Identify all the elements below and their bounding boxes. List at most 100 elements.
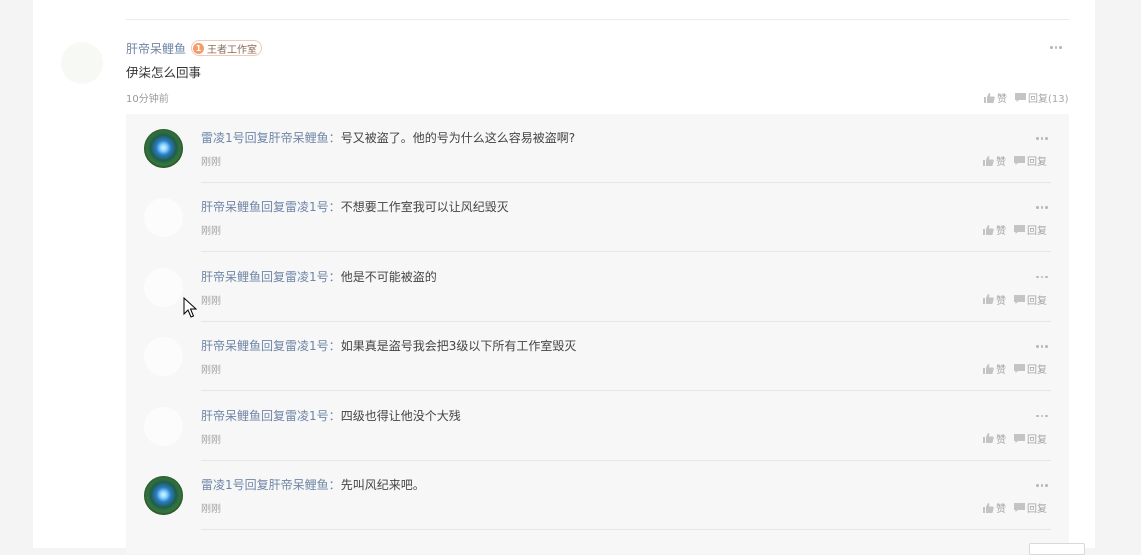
comment-icon [1014,156,1025,165]
comment-author[interactable]: 肝帝呆鲤鱼 [126,40,186,57]
more-options-icon[interactable] [1036,275,1048,279]
reply-actions: 赞 回复 [983,222,1047,237]
thumbs-up-icon [983,294,994,305]
reply-target[interactable]: 雷凌1号 [285,200,329,214]
colon: ： [328,131,341,145]
like-label: 赞 [996,226,1006,238]
reply-time: 刚刚 [201,226,221,238]
reply-text: 先叫风纪来吧。 [340,478,425,492]
reply-button[interactable]: 回复 [1014,292,1047,307]
reply-item: 雷凌1号回复肝帝呆鲤鱼：先叫风纪来吧。 刚刚赞回复 [126,461,1069,530]
reply-target[interactable]: 雷凌1号 [285,409,329,423]
reply-actions: 赞 回复 [983,500,1047,515]
avatar[interactable] [144,198,183,238]
reply-word: 回复 [261,339,286,354]
reply-author[interactable]: 雷凌1号 [201,478,245,492]
reply-button[interactable]: 回复 [1014,153,1047,168]
colon: ： [328,408,341,423]
reply-author[interactable]: 肝帝呆鲤鱼 [201,270,261,284]
colon: ： [328,339,341,354]
thumbs-up-icon [983,433,994,444]
reply-actions: 赞 回复 [983,431,1047,446]
reply-button[interactable]: 回复 [1014,222,1047,237]
reply-item: 肝帝呆鲤鱼回复雷凌1号：如果真是盗号我会把3级以下所有工作室毁灭 刚刚赞回复 [126,322,1069,392]
reply-list: 雷凌1号回复肝帝呆鲤鱼：号又被盗了。他的号为什么这么容易被盗啊? 刚刚赞回复 肝帝呆… [126,114,1069,554]
like-label: 赞 [996,157,1006,168]
reply-label: 回复 [1027,434,1047,446]
colon: ： [328,200,341,215]
reply-text: 号又被盗了。他的号为什么这么容易被盗啊? [340,131,576,145]
avatar[interactable] [144,476,183,515]
reply-line: 肝帝呆鲤鱼回复雷凌1号：他是不可能被盗的 [201,268,437,285]
reply-label: 回复 [1027,157,1047,168]
badge-label: 王者工作室 [207,44,258,56]
like-button[interactable]: 赞 [983,222,1006,237]
reply-target[interactable]: 雷凌1号 [285,339,329,353]
reply-author[interactable]: 肝帝呆鲤鱼 [201,200,261,214]
reply-button[interactable]: 回复 [1014,500,1047,515]
comment-time: 10分钟前 [126,94,169,105]
comment-header: 肝帝呆鲤鱼 1 王者工作室 [126,39,263,57]
more-options-icon[interactable] [1050,46,1062,49]
more-options-icon[interactable] [1036,484,1048,487]
reply-label: 回复 [1027,365,1047,377]
thumbs-up-icon [983,363,994,374]
like-button[interactable]: 赞 [983,292,1006,307]
like-button[interactable]: 赞 [983,431,1006,446]
reply-author[interactable]: 肝帝呆鲤鱼 [201,409,261,423]
like-button[interactable]: 赞 [983,500,1006,515]
more-replies-button[interactable] [1029,543,1085,555]
thumbs-up-icon [984,92,995,103]
like-button[interactable]: 赞 [983,361,1006,376]
like-button[interactable]: 赞 [983,153,1006,168]
avatar[interactable] [144,267,183,307]
avatar[interactable] [144,406,183,446]
reply-target[interactable]: 肝帝呆鲤鱼 [269,478,329,492]
reply-label: 回复 [1027,295,1047,307]
thumbs-up-icon [983,502,994,513]
reply-label: 回复 [1027,504,1047,515]
like-button[interactable]: 赞 [984,90,1007,105]
thumbs-up-icon [983,155,994,166]
reply-actions: 赞 回复 [983,361,1047,376]
top-divider [126,19,1069,20]
thumbs-up-icon [983,224,994,235]
comment-icon [1014,503,1025,512]
reply-time: 刚刚 [201,504,221,515]
comment-actions: 赞 回复(13) [984,90,1069,105]
reply-button[interactable]: 回复(13) [1015,90,1069,105]
reply-word: 回复 [261,269,286,284]
reply-item: 肝帝呆鲤鱼回复雷凌1号：四级也得让他没个大残 刚刚赞回复 [126,392,1069,461]
like-label: 赞 [997,94,1007,105]
reply-item: 肝帝呆鲤鱼回复雷凌1号：不想要工作室我可以让风纪毁灭 刚刚赞回复 [126,183,1069,253]
reply-label: 回复 [1027,226,1047,238]
reply-time: 刚刚 [201,157,221,168]
reply-target[interactable]: 雷凌1号 [285,270,329,284]
more-options-icon[interactable] [1036,137,1048,140]
reply-author[interactable]: 肝帝呆鲤鱼 [201,339,261,353]
reply-word: 回复 [244,131,269,145]
page-container: 肝帝呆鲤鱼 1 王者工作室 伊柒怎么回事 10分钟前 赞 回复(13) 雷凌1号… [33,0,1095,555]
reply-target[interactable]: 肝帝呆鲤鱼 [269,131,329,145]
reply-button[interactable]: 回复 [1014,361,1047,376]
reply-button[interactable]: 回复 [1014,431,1047,446]
colon: ： [328,478,341,492]
comment-icon [1014,294,1025,304]
studio-badge[interactable]: 1 王者工作室 [191,40,263,56]
reply-time: 刚刚 [201,295,221,307]
comment-icon [1014,364,1025,374]
reply-text: 他是不可能被盗的 [340,269,437,284]
more-options-icon[interactable] [1036,206,1048,209]
reply-word: 回复 [244,478,269,492]
avatar[interactable] [61,42,103,84]
avatar[interactable] [144,129,183,168]
reply-author[interactable]: 雷凌1号 [201,131,245,145]
reply-item: 雷凌1号回复肝帝呆鲤鱼：号又被盗了。他的号为什么这么容易被盗啊? 刚刚赞回复 [126,114,1069,183]
reply-line: 肝帝呆鲤鱼回复雷凌1号：如果真是盗号我会把3级以下所有工作室毁灭 [201,337,576,354]
more-options-icon[interactable] [1036,345,1048,348]
more-options-icon[interactable] [1036,414,1048,418]
reply-text: 如果真是盗号我会把3级以下所有工作室毁灭 [340,339,577,354]
avatar[interactable] [144,337,183,377]
like-label: 赞 [996,365,1006,377]
reply-text: 四级也得让他没个大残 [340,408,461,423]
